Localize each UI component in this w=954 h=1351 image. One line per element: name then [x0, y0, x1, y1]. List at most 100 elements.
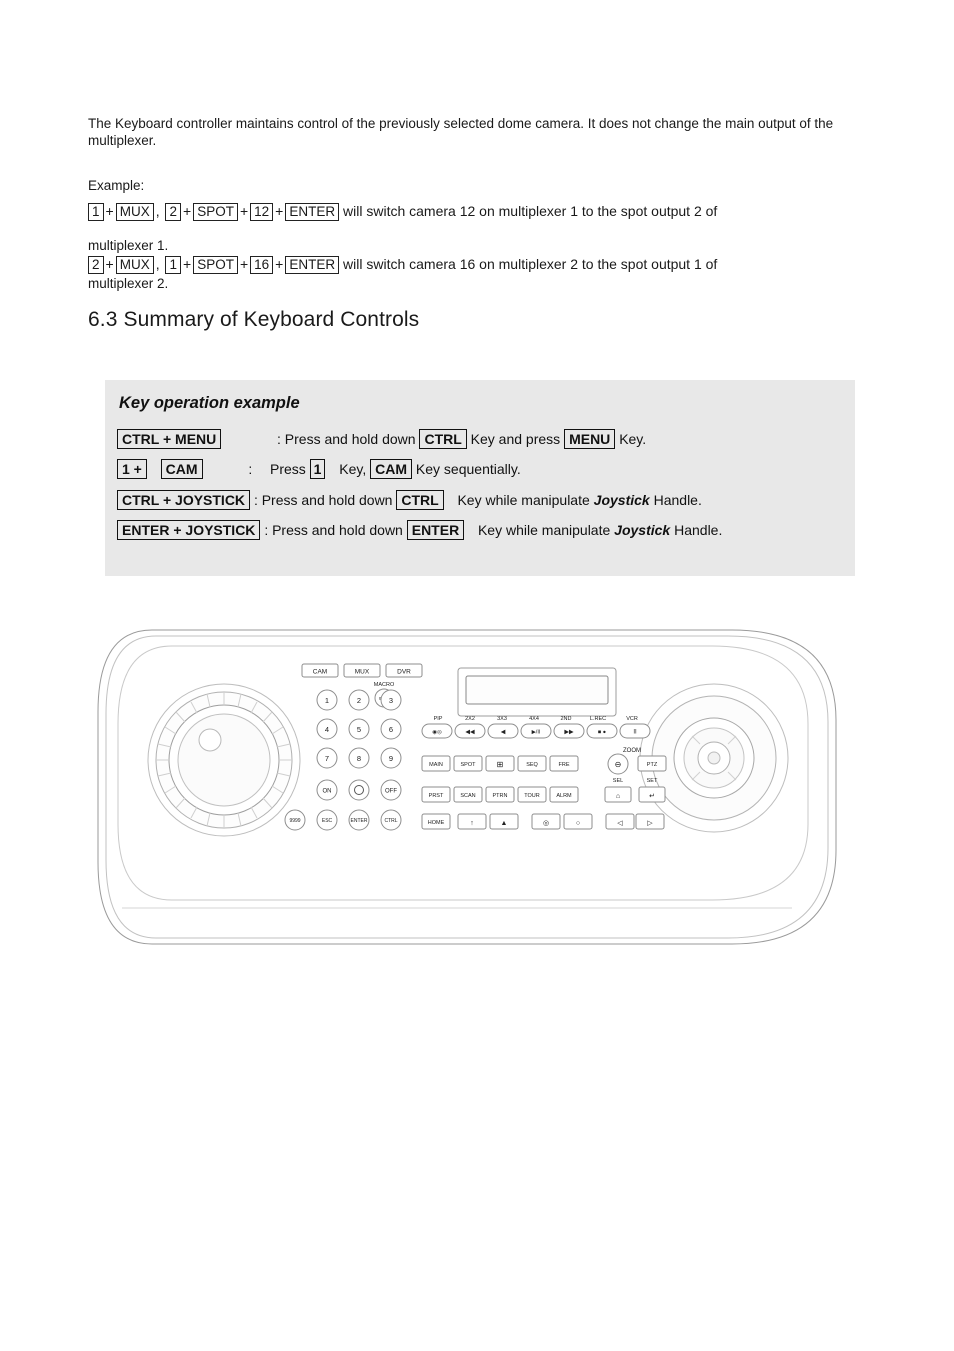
svg-text:◀◀: ◀◀: [465, 730, 475, 736]
svg-text:SPOT: SPOT: [461, 762, 477, 768]
svg-text:2ND: 2ND: [560, 716, 571, 722]
svg-text:◎: ◎: [543, 820, 549, 827]
svg-text:HOME: HOME: [428, 820, 445, 826]
key-enter: ENTER: [406, 520, 465, 540]
combo-1: 1 +: [117, 459, 147, 479]
key-menu: MENU: [564, 429, 616, 449]
row4-tail: Handle.: [674, 522, 723, 538]
row2-tail: Key sequentially.: [415, 461, 521, 477]
svg-text:3X3: 3X3: [497, 716, 507, 722]
svg-text:9: 9: [389, 754, 393, 763]
prst-row: PRST SCAN PTRN TOUR ALRM ⌂ ↵: [421, 786, 666, 803]
power-keys: ON OFF: [316, 779, 402, 801]
row4-colon: : Press and hold down: [264, 522, 403, 538]
svg-text:ALRM: ALRM: [556, 793, 572, 799]
section-title: Summary of Keyboard Controls: [123, 308, 420, 331]
row4-mid: Key while manipulate: [477, 522, 611, 538]
row1-colon: : Press and hold down: [277, 431, 416, 447]
example-1-continuation: multiplexer 1.: [88, 238, 169, 253]
row3-emph: Joystick: [593, 492, 650, 508]
svg-text:SCAN: SCAN: [460, 793, 475, 799]
key-cam: CAM: [370, 459, 413, 479]
svg-text:▲: ▲: [501, 820, 508, 827]
svg-text:↵: ↵: [649, 793, 655, 800]
keyboard-controller-illustration: CAM MUX DVR MACRO 9999 1 2 3 4 5 6 7: [92, 612, 852, 964]
key-operation-panel: Key operation example CTRL + MENU : Pres…: [105, 380, 855, 576]
svg-text:◉◎: ◉◎: [432, 730, 442, 736]
macro-label: MACRO: [374, 682, 395, 688]
intro-paragraph: The Keyboard controller maintains contro…: [88, 116, 834, 148]
svg-text:CTRL: CTRL: [384, 818, 397, 824]
svg-text:4: 4: [325, 725, 329, 734]
numeric-keypad: 1 2 3 4 5 6 7 8 9: [316, 689, 402, 769]
svg-text:SEQ: SEQ: [526, 762, 538, 768]
svg-text:II: II: [633, 730, 637, 736]
svg-text:FRE: FRE: [559, 762, 570, 768]
example-1-text: will switch camera 12 on multiplexer 1 t…: [343, 203, 718, 219]
row3-mid: Key while manipulate: [457, 492, 590, 508]
combo-cam: CAM: [160, 459, 203, 479]
key-operation-row-2: 1 + CAM : Press 1 Key, CAM Key sequentia…: [117, 459, 847, 479]
svg-text:L.REC: L.REC: [590, 716, 606, 722]
svg-text:▷: ▷: [647, 820, 653, 827]
example-2-continuation: multiplexer 2.: [88, 276, 169, 291]
key-operation-row-3: CTRL + JOYSTICK : Press and hold down CT…: [117, 490, 847, 510]
combo-ctrl-joystick: CTRL + JOYSTICK: [117, 490, 251, 510]
btn-mux-label: MUX: [355, 669, 370, 676]
svg-text:ENTER: ENTER: [351, 818, 368, 824]
lcd-display: [457, 667, 617, 717]
btn-dvr-label: DVR: [397, 669, 411, 676]
svg-text:9999: 9999: [289, 818, 300, 824]
key-operation-row-1: CTRL + MENU : Press and hold down CTRL K…: [117, 429, 847, 449]
section-heading: 6.3 Summary of Keyboard Controls: [88, 308, 419, 332]
svg-text:MAIN: MAIN: [429, 762, 443, 768]
key-1: 1: [309, 459, 326, 479]
token-spot: SPOT: [193, 203, 238, 221]
svg-text:4X4: 4X4: [529, 716, 539, 722]
svg-text:ESC: ESC: [322, 818, 333, 824]
svg-text:VCR: VCR: [626, 716, 638, 722]
svg-text:PIP: PIP: [434, 716, 443, 722]
token-2: 2: [165, 203, 181, 221]
mode-buttons: CAM MUX DVR: [301, 663, 423, 678]
combo-ctrl-menu: CTRL + MENU: [117, 429, 222, 449]
svg-text:⊖: ⊖: [615, 760, 622, 769]
row2-press: Press: [269, 461, 306, 477]
combo-enter-joystick: ENTER + JOYSTICK: [117, 520, 261, 540]
jog-dial: [147, 683, 301, 837]
token-enter: ENTER: [285, 203, 340, 221]
row3-tail: Handle.: [653, 492, 702, 508]
svg-text:⌂: ⌂: [616, 793, 620, 800]
token-enter-b: ENTER: [285, 256, 340, 274]
key-operation-title: Key operation example: [119, 394, 300, 412]
token-spot-b: SPOT: [193, 256, 238, 274]
svg-text:PRST: PRST: [429, 793, 444, 799]
btn-cam-label: CAM: [313, 669, 327, 676]
svg-text:◁: ◁: [617, 820, 623, 827]
row1-tail: Key.: [619, 431, 647, 447]
home-row: HOME ↑ ▲ ◎ ○ ◁ ▷: [421, 813, 665, 830]
svg-text:○: ○: [576, 820, 580, 827]
token-1b: 1: [165, 256, 181, 274]
example-2-text: will switch camera 16 on multiplexer 2 t…: [343, 256, 718, 272]
svg-text:8: 8: [357, 754, 361, 763]
section-number: 6.3: [88, 308, 118, 331]
row4-emph: Joystick: [614, 522, 671, 538]
svg-text:7: 7: [325, 754, 329, 763]
svg-text:PTRN: PTRN: [493, 793, 508, 799]
svg-text:PTZ: PTZ: [647, 762, 658, 768]
svg-text:ON: ON: [323, 789, 332, 795]
svg-text:OFF: OFF: [385, 789, 397, 795]
svg-text:■ ●: ■ ●: [598, 730, 606, 736]
row3-colon: : Press and hold down: [253, 492, 393, 508]
example-1-line: 1 + MUX, 2 + SPOT +12 + ENTER will switch camer…: [88, 203, 717, 221]
svg-text:▶/II: ▶/II: [532, 730, 541, 736]
svg-text:2: 2: [357, 696, 361, 705]
zoom-label: ZOOM: [623, 748, 641, 754]
example-2-line: 2 + MUX, 1 + SPOT +16 + ENTER will switch camer…: [88, 256, 717, 274]
svg-text:▶▶: ▶▶: [564, 730, 574, 736]
svg-text:TOUR: TOUR: [524, 793, 540, 799]
document-page: The Keyboard controller maintains contro…: [0, 0, 954, 1351]
row1-mid: Key and press: [470, 431, 561, 447]
svg-text:↑: ↑: [470, 820, 474, 827]
